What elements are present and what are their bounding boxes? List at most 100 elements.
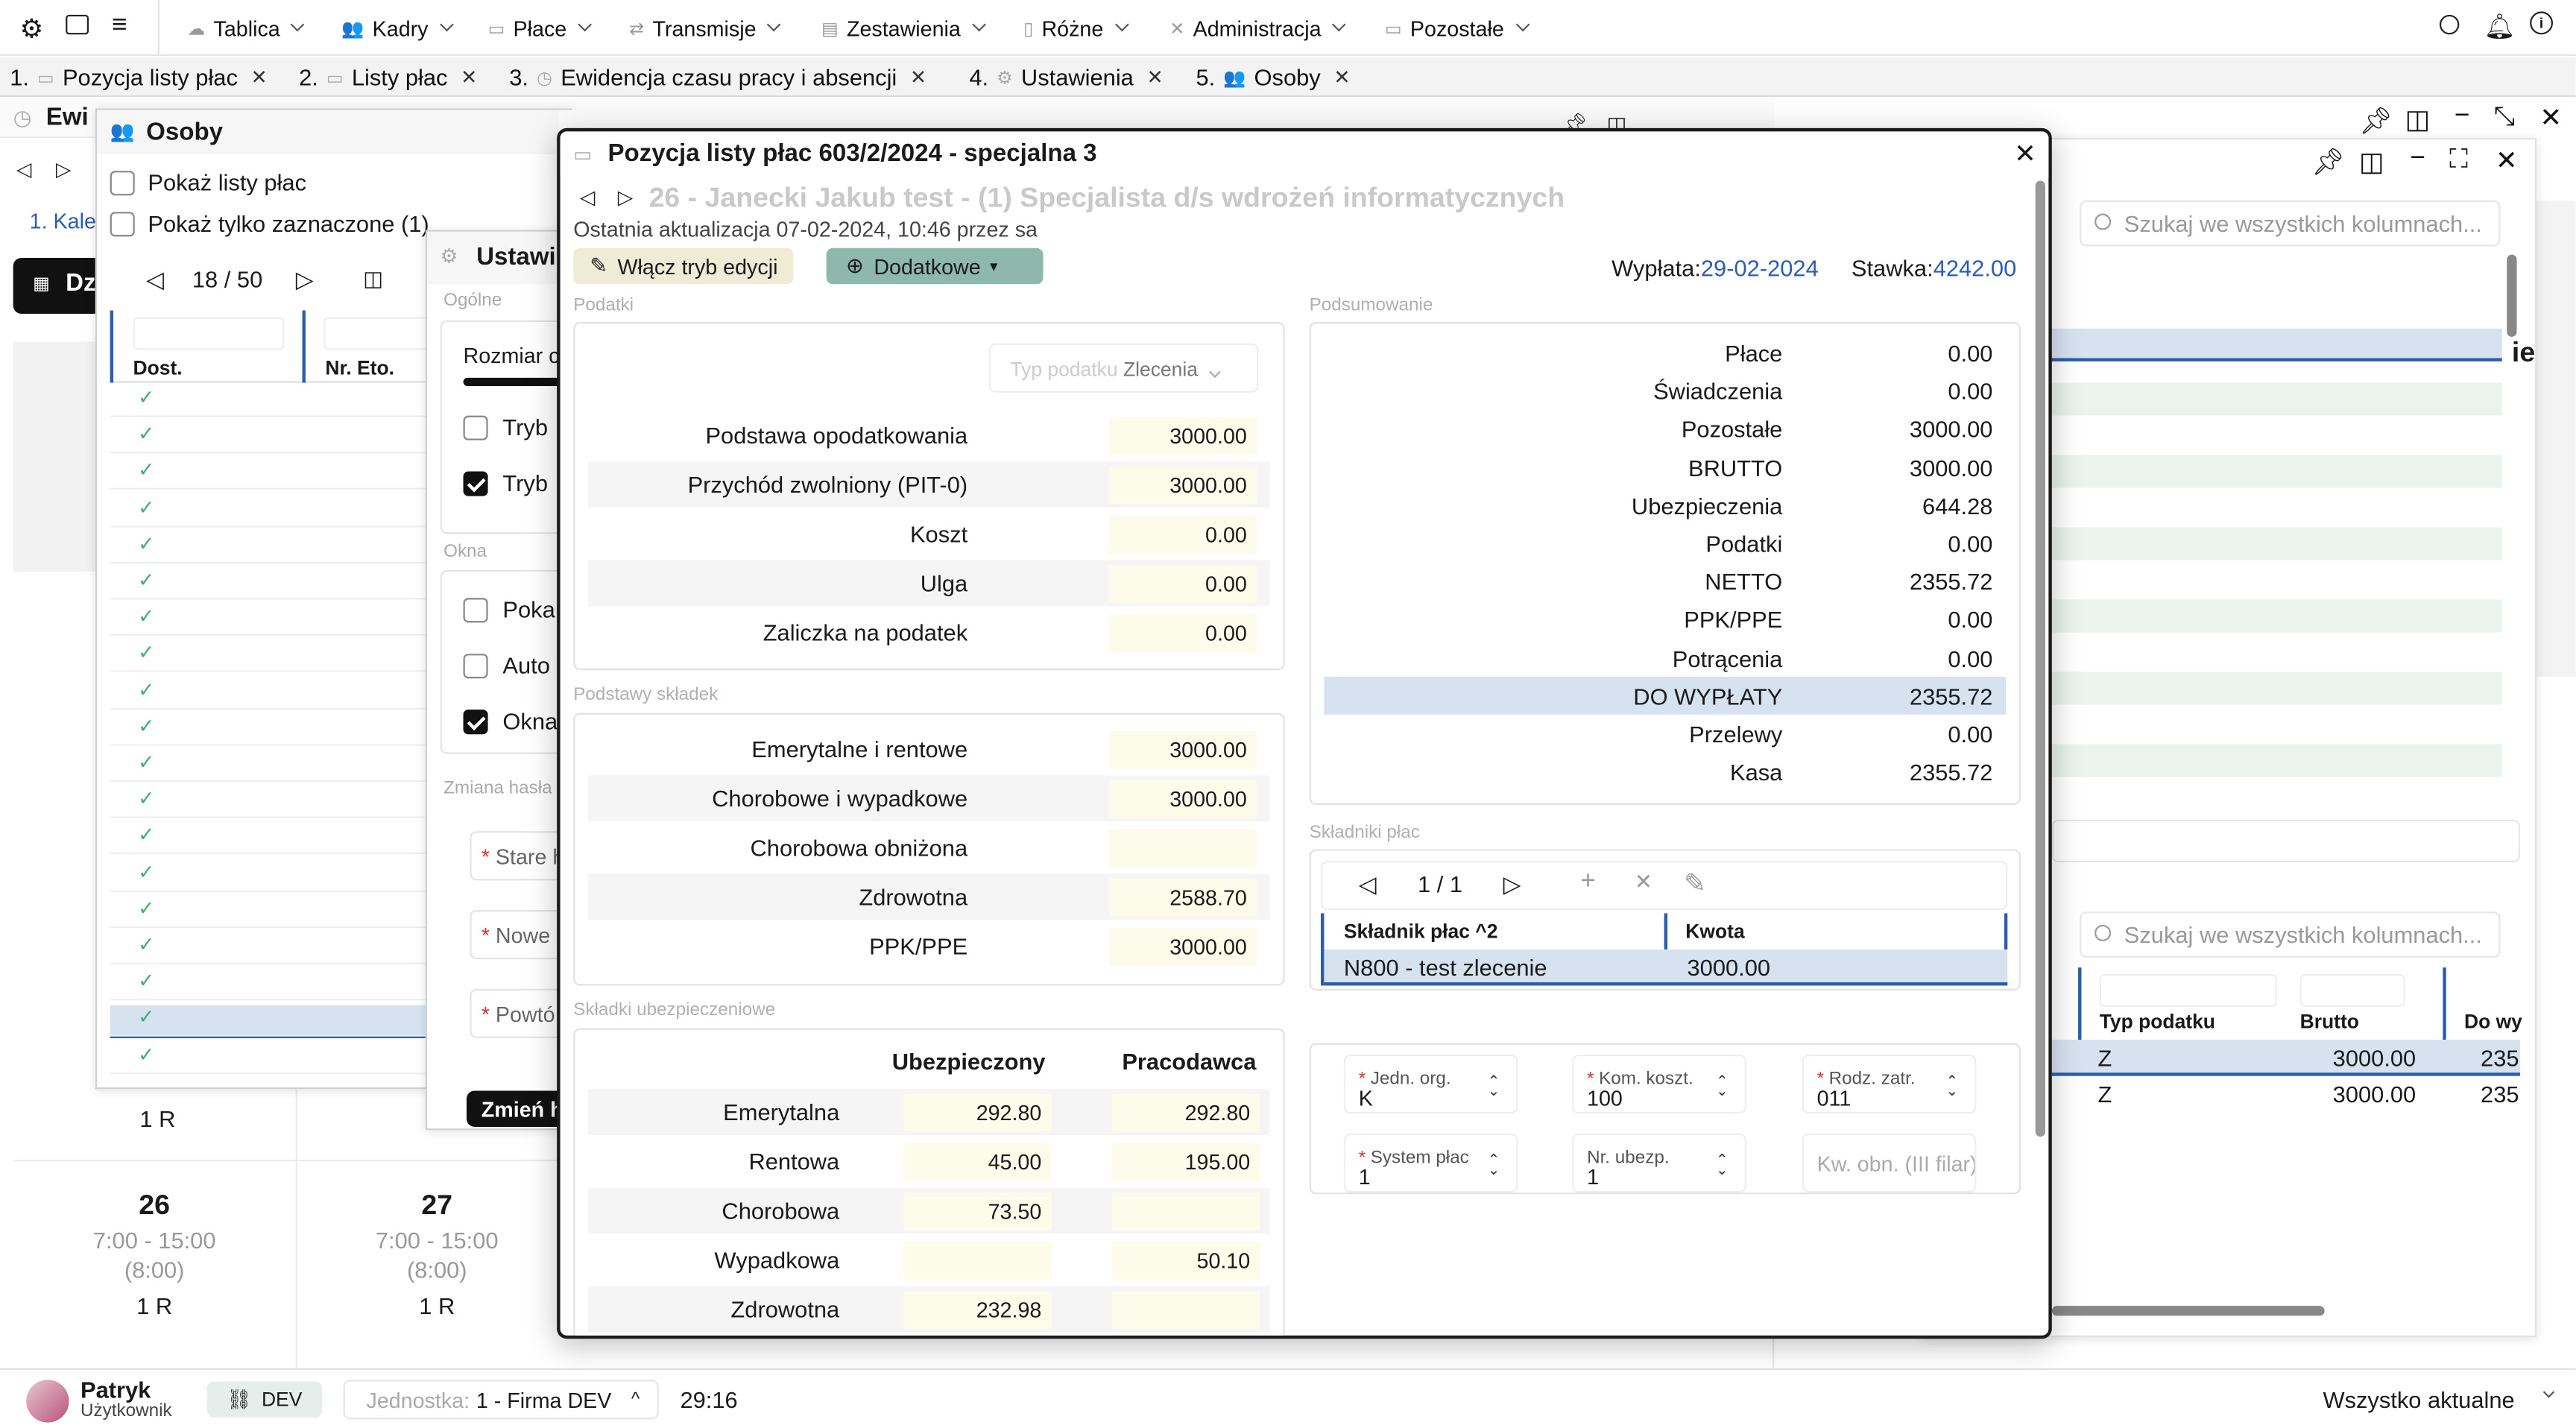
column-header[interactable]: Dost. xyxy=(133,356,183,379)
next-record-icon[interactable]: ▷ xyxy=(618,186,633,209)
checkbox[interactable] xyxy=(110,170,135,195)
tryb2-checkbox[interactable]: Tryb xyxy=(463,470,548,496)
minimize-icon[interactable]: − xyxy=(2455,102,2470,132)
chevron-down-icon[interactable] xyxy=(2542,1386,2555,1398)
insured-value[interactable]: 45.00 xyxy=(903,1143,1052,1181)
employer-value[interactable]: 195.00 xyxy=(1112,1143,1260,1181)
insured-value[interactable]: 232.98 xyxy=(903,1291,1052,1330)
employer-value[interactable] xyxy=(1112,1291,1260,1330)
bell-icon[interactable]: 🔔︎ xyxy=(2484,11,2515,41)
prev-page-icon[interactable]: ◁ xyxy=(1359,871,1377,898)
environment-badge[interactable]: ⛓ DEV xyxy=(206,1381,322,1418)
close-icon[interactable]: ✕ xyxy=(251,66,268,89)
window-icon[interactable] xyxy=(66,14,89,35)
tryb1-checkbox[interactable]: Tryb xyxy=(463,414,548,440)
pin-icon[interactable]: 📌︎ xyxy=(2311,146,2345,179)
table-row-selected[interactable]: Z 3000.00 235 xyxy=(2051,1040,2520,1076)
jedn-org-select[interactable]: * Jedn. org. K ⌃ ⌄ xyxy=(1343,1054,1518,1114)
prev-icon[interactable]: ◁ xyxy=(16,158,31,181)
edit-pencil-icon[interactable]: ✎ xyxy=(1684,868,1706,900)
calendar-tab[interactable]: 1. Kale xyxy=(30,209,96,233)
horizontal-scrollbar[interactable] xyxy=(2051,1306,2325,1316)
insured-value[interactable] xyxy=(903,1242,1052,1280)
table-row[interactable]: Z 3000.00 235 xyxy=(2052,1076,2520,1112)
field-value[interactable]: 3000.00 xyxy=(1108,928,1257,966)
field-value[interactable]: 0.00 xyxy=(1108,516,1257,554)
menu-pozostale[interactable]: ▭ Pozostałe xyxy=(1385,0,1530,56)
column-header-kwota[interactable]: Kwota xyxy=(1685,920,1744,943)
search-icon[interactable] xyxy=(2439,14,2460,35)
close-icon[interactable]: ✕ xyxy=(1146,66,1163,89)
column-header[interactable]: Nr. Eto. xyxy=(325,356,394,379)
columns-icon[interactable]: ◫ xyxy=(363,266,383,292)
info-icon[interactable]: i xyxy=(2530,11,2554,35)
menu-transmisje[interactable]: ⇄ Transmisje xyxy=(629,0,782,56)
field-value[interactable]: 3000.00 xyxy=(1108,466,1257,505)
filter-input[interactable] xyxy=(2299,973,2405,1008)
tab-listy-plac[interactable]: 2. ▭ Listy płac ✕ xyxy=(299,57,477,97)
sync-status[interactable]: Wszystko aktualne xyxy=(2323,1386,2514,1412)
field-value[interactable]: 0.00 xyxy=(1108,565,1257,603)
settings-gear-icon[interactable]: ⚙ xyxy=(19,13,43,46)
checkbox[interactable] xyxy=(463,653,488,678)
dialog-scrollbar[interactable] xyxy=(2035,180,2045,1137)
field-value[interactable]: 0.00 xyxy=(1108,614,1257,652)
tax-type-select[interactable]: Typ podatku Zlecenia xyxy=(988,343,1259,393)
extra-dropdown-button[interactable]: ⊕ Dodatkowe ▼ xyxy=(826,247,1044,285)
next-page-icon[interactable]: ▷ xyxy=(1503,871,1521,898)
tab-pozycja-listy-plac[interactable]: 1. ▭ Pozycja listy płac ✕ xyxy=(10,57,267,97)
menu-zestawienia[interactable]: ▤ Zestawienia xyxy=(821,0,986,56)
table-row-selected[interactable]: N800 - test zlecenie 3000.00 xyxy=(1324,949,2008,986)
field-value[interactable]: 3000.00 xyxy=(1108,730,1257,769)
column-header-skladnik[interactable]: Składnik płac ^2 xyxy=(1344,920,1498,943)
field-value[interactable]: 3000.00 xyxy=(1108,417,1257,455)
minimize-icon[interactable]: − xyxy=(2410,145,2425,174)
column-header[interactable]: Brutto xyxy=(2300,1010,2359,1033)
filter-input[interactable] xyxy=(133,317,285,350)
menu-administracja[interactable]: ✕ Administracja xyxy=(1169,0,1347,56)
field-value[interactable] xyxy=(1108,830,1257,868)
tab-osoby[interactable]: 5. 👥 Osoby ✕ xyxy=(1196,57,1351,97)
okna-checkbox[interactable]: Okna xyxy=(463,708,558,734)
next-icon[interactable]: ▷ xyxy=(56,158,71,181)
menu-rozne[interactable]: ▯ Różne xyxy=(1023,0,1128,56)
filter-input[interactable] xyxy=(323,317,439,350)
next-page-icon[interactable]: ▷ xyxy=(296,266,314,294)
maximize-icon[interactable]: ⛶ xyxy=(2449,146,2468,176)
close-icon[interactable]: ✕ xyxy=(2014,138,2036,171)
menu-tablica[interactable]: ☁ Tablica xyxy=(187,0,306,56)
show-lists-checkbox[interactable]: Pokaż listy płac xyxy=(110,169,306,195)
calendar-day-26[interactable]: 26 7:00 - 15:00 (8:00) 1 R xyxy=(40,1190,270,1319)
system-plac-select[interactable]: * System płac 1 ⌃ ⌄ xyxy=(1343,1133,1518,1193)
avatar[interactable] xyxy=(26,1380,69,1423)
kom-koszt-select[interactable]: * Kom. koszt. 100 ⌃ ⌄ xyxy=(1572,1054,1746,1114)
rodz-zatr-select[interactable]: * Rodz. zatr. 011 ⌃ ⌄ xyxy=(1802,1054,1977,1114)
menu-kadry[interactable]: 👥 Kadry xyxy=(341,0,454,56)
checkbox[interactable] xyxy=(463,414,488,440)
employer-value[interactable] xyxy=(1112,1192,1260,1230)
column-header[interactable]: Do wy xyxy=(2464,1010,2522,1033)
tab-ewidencja[interactable]: 3. ◷ Ewidencja czasu pracy i absencji ✕ xyxy=(509,57,926,97)
edit-mode-button[interactable]: ✎ Włącz tryb edycji xyxy=(573,247,795,285)
close-icon[interactable]: ✕ xyxy=(461,66,477,89)
tab-ustawienia[interactable]: 4. ⚙ Ustawienia ✕ xyxy=(969,57,1163,97)
prev-page-icon[interactable]: ◁ xyxy=(146,266,164,294)
scrollbar[interactable] xyxy=(2507,254,2517,337)
employer-value[interactable]: 50.10 xyxy=(1112,1242,1260,1280)
kw-obn-input[interactable]: Kw. obn. (III filar) xyxy=(1802,1133,1977,1193)
checkbox[interactable] xyxy=(110,211,135,236)
add-icon[interactable]: + xyxy=(1580,868,1596,897)
filter-input[interactable] xyxy=(2099,973,2277,1008)
insured-value[interactable]: 73.50 xyxy=(903,1192,1052,1230)
checkbox-checked[interactable] xyxy=(463,470,488,496)
nr-ubezp-select[interactable]: Nr. ubezp. 1 ⌃ ⌄ xyxy=(1572,1133,1746,1193)
search-input[interactable]: Szukaj we wszystkich kolumnach... xyxy=(2080,200,2501,247)
close-icon[interactable]: ✕ xyxy=(2539,102,2562,135)
auto-checkbox[interactable]: Auto xyxy=(463,652,550,678)
pin-icon[interactable]: 📌︎ xyxy=(2359,105,2393,138)
checkbox-checked[interactable] xyxy=(463,709,488,734)
menu-place[interactable]: ▭ Płace xyxy=(488,0,592,56)
prev-record-icon[interactable]: ◁ xyxy=(580,186,595,209)
close-icon[interactable]: ✕ xyxy=(1333,66,1350,89)
unit-select[interactable]: Jednostka: 1 - Firma DEV ^ xyxy=(343,1380,659,1420)
